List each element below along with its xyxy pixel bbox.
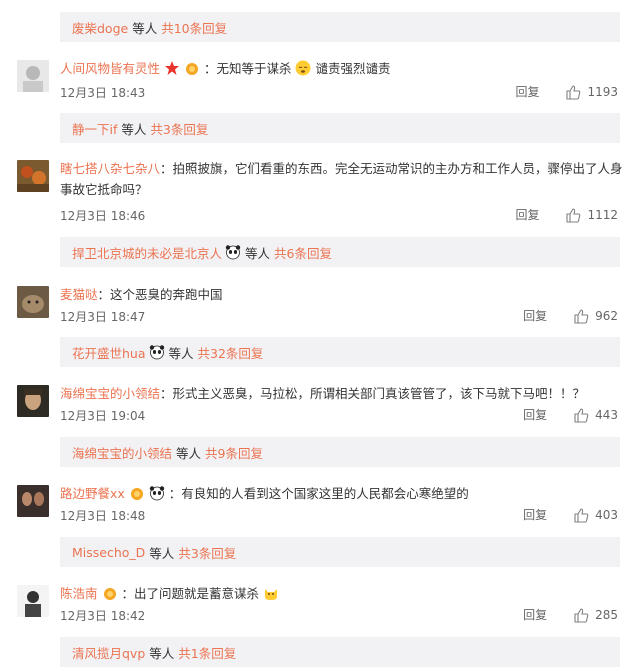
thumbs-up-icon[interactable] [573,308,589,324]
reply-button[interactable]: 回复 [523,606,547,623]
thumbs-up-icon[interactable] [573,507,589,523]
reply-mid-text: 等人 [149,645,175,661]
reply-count-link[interactable]: 共3条回复 [178,543,236,562]
panda-icon [149,344,165,360]
reply-count-link[interactable]: 共1条回复 [178,643,236,662]
comment-text: 海绵宝宝的小领结：形式主义恶臭，马拉松，所谓相关部门真该管管了，该下马就下马吧！… [60,383,620,404]
panda-icon [149,485,165,501]
comment-body: ：无知等于谋杀 [203,61,292,76]
comment-actions: 回复 962 [523,307,618,324]
reply-username[interactable]: Missecho_D [72,545,145,560]
reply-mid-text: 等人 [245,245,271,261]
reply-mid-text: 等人 [149,545,175,561]
sleepy-face-icon [295,60,311,76]
reply-button[interactable]: 回复 [515,206,539,223]
reply-username[interactable]: 静一下if [72,119,117,138]
like-count: 403 [595,507,618,522]
like-count: 285 [595,607,618,622]
reply-summary-bar[interactable]: 清风揽月qvp 等人 共1条回复 [60,637,620,667]
reply-username[interactable]: 清风揽月qvp [72,643,145,662]
reply-username[interactable]: 捍卫北京城的未必是北京人 [72,243,222,262]
thumbs-up-icon[interactable] [573,607,589,623]
reply-button[interactable]: 回复 [523,506,547,523]
reply-count-link[interactable]: 共6条回复 [274,243,332,262]
comment-body: ：有良知的人看到这个国家这里的人民都会心寒绝望的 [168,486,469,501]
reply-count-link[interactable]: 共9条回复 [205,443,263,462]
comment-username[interactable]: 麦猫哒 [60,287,98,302]
like-count: 1112 [587,207,618,222]
comment-body: ：这个恶臭的奔跑中国 [97,287,223,302]
reply-summary-bar[interactable]: 捍卫北京城的未必是北京人 等人 共6条回复 [60,237,620,267]
thumbs-up-icon[interactable] [565,84,581,100]
comment-text: 陈浩南 ：出了问题就是蓄意谋杀 [60,583,620,604]
reply-username[interactable]: 花开盛世hua [72,343,146,362]
reply-button[interactable]: 回复 [523,406,547,423]
reply-count-link[interactable]: 共3条回复 [150,119,208,138]
comment-actions: 回复 285 [523,606,618,623]
medal-icon [129,485,145,501]
reply-username[interactable]: 废柴doge [72,18,128,37]
reply-summary-bar[interactable]: 静一下if 等人 共3条回复 [60,113,620,143]
comment-timestamp: 12月3日 18:42 [60,609,146,623]
comment-body-cont: 谴责强烈谴责 [315,61,391,76]
reply-mid-text: 等人 [168,345,194,361]
reply-summary-bar[interactable]: 花开盛世hua 等人 共32条回复 [60,337,620,367]
comment-actions: 回复 403 [523,506,618,523]
comment-timestamp: 12月3日 18:47 [60,310,146,324]
thumbs-up-icon[interactable] [573,407,589,423]
comment-text: 麦猫哒：这个恶臭的奔跑中国 [60,284,620,305]
comment-timestamp: 12月3日 19:04 [60,409,146,423]
like-count: 962 [595,308,618,323]
reply-summary-bar[interactable]: 废柴doge 等人 共10条回复 [60,12,620,42]
vip-star-icon [164,60,180,76]
avatar[interactable] [17,286,49,318]
comment-actions: 回复 443 [523,406,618,423]
reply-count-link[interactable]: 共32条回复 [198,343,264,362]
comment-username[interactable]: 路边野餐xx [60,486,125,501]
like-count: 443 [595,407,618,422]
avatar[interactable] [17,585,49,617]
reply-button[interactable]: 回复 [523,307,547,324]
comment-text: 瞎七搭八杂七杂八：拍照披旗，它们看重的东西。完全无运动常识的主办方和工作人员，骤… [60,158,625,200]
comment-username[interactable]: 瞎七搭八杂七杂八 [60,161,160,176]
comment-timestamp: 12月3日 18:43 [60,86,146,100]
avatar[interactable] [17,485,49,517]
avatar[interactable] [17,60,49,92]
comment-username[interactable]: 海绵宝宝的小领结 [60,386,160,401]
reply-count-link[interactable]: 共10条回复 [161,18,227,37]
like-count: 1193 [587,84,618,99]
reply-button[interactable]: 回复 [515,83,539,100]
avatar[interactable] [17,385,49,417]
comment-body: ：形式主义恶臭，马拉松，所谓相关部门真该管管了，该下马就下马吧！！？ [160,386,586,401]
reply-username[interactable]: 海绵宝宝的小领结 [72,443,172,462]
medal-icon [102,585,118,601]
medal-icon [184,60,200,76]
comment-actions: 回复 1112 [515,206,618,223]
avatar[interactable] [17,160,49,192]
comment-timestamp: 12月3日 18:48 [60,509,146,523]
comment-timestamp: 12月3日 18:46 [60,209,146,223]
cat-face-icon [263,585,279,601]
reply-mid-text: 等人 [121,121,147,137]
thumbs-up-icon[interactable] [565,207,581,223]
reply-mid-text: 等人 [176,445,202,461]
comment-username[interactable]: 人间风物皆有灵性 [60,61,160,76]
comment-username[interactable]: 陈浩南 [60,586,98,601]
panda-icon [225,244,241,260]
comment-actions: 回复 1193 [515,83,618,100]
reply-summary-bar[interactable]: 海绵宝宝的小领结 等人 共9条回复 [60,437,620,467]
reply-mid-text: 等人 [132,20,158,36]
comment-body: ：出了问题就是蓄意谋杀 [121,586,259,601]
comment-text: 路边野餐xx ：有良知的人看到这个国家这里的人民都会心寒绝望的 [60,483,620,504]
comment-text: 人间风物皆有灵性 ：无知等于谋杀 谴责强烈谴责 [60,58,620,79]
reply-summary-bar[interactable]: Missecho_D 等人 共3条回复 [60,537,620,567]
